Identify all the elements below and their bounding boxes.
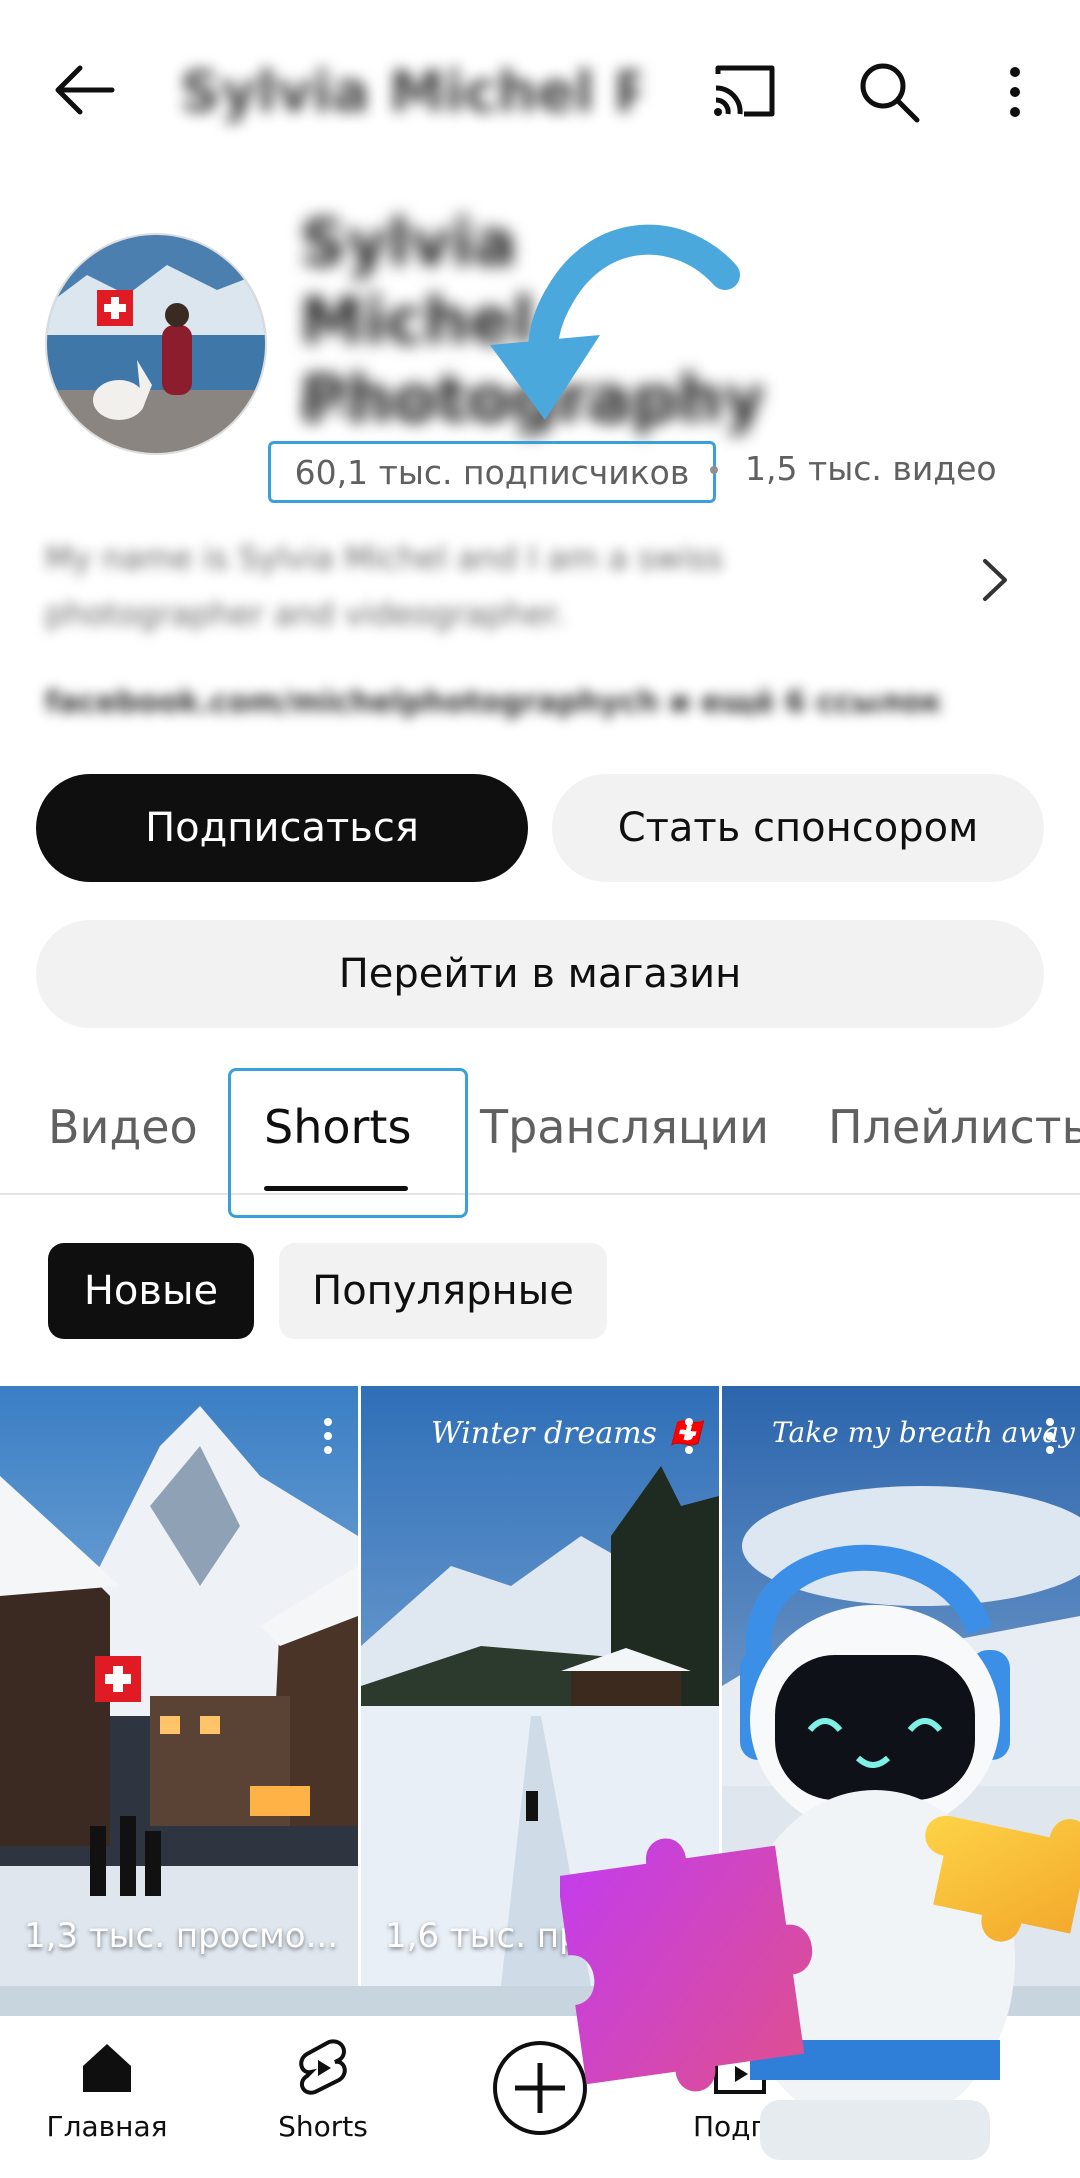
tab-live[interactable]: Трансляции [480,1100,769,1154]
back-arrow-icon[interactable] [50,60,120,120]
short-views: 1,3 тыс. просмо... [24,1916,339,1956]
filter-chip-popular[interactable]: Популярные [279,1243,607,1339]
home-icon [83,2044,131,2092]
shorts-icon [299,2039,347,2095]
short-thumbnail[interactable]: 1,3 тыс. просмо... [0,1386,358,1986]
separator-dot [710,466,718,474]
subscribers-count-highlight: 60,1 тыс. подписчиков [268,441,716,503]
more-vertical-icon[interactable] [995,60,1035,130]
subscribers-count: 60,1 тыс. подписчиков [294,452,690,492]
channel-description-blurred[interactable]: My name is Sylvia Michel and I am a swis… [45,530,805,642]
active-tab-underline [264,1186,408,1191]
robot-mascot-sticker [560,1544,1080,2160]
nav-shorts[interactable]: Shorts [233,2038,413,2143]
channel-avatar[interactable] [45,233,267,455]
sponsor-button[interactable]: Стать спонсором [552,774,1044,882]
nav-home-label: Главная [46,2110,168,2143]
cast-icon[interactable] [710,62,780,122]
short-views: 1,6 тыс. пр [385,1916,581,1956]
channel-title-blurred: Sylvia Michel P... [180,60,640,125]
tab-playlists[interactable]: Плейлисты [828,1100,1080,1154]
nav-home[interactable]: Главная [17,2038,197,2143]
more-vertical-icon[interactable] [320,1416,336,1456]
videos-count: 1,5 тыс. видео [745,449,997,488]
channel-links-blurred[interactable]: facebook.com/michelphotographych и ещё 6… [45,685,945,720]
nav-shorts-label: Shorts [278,2110,368,2143]
more-vertical-icon[interactable] [1042,1416,1058,1456]
more-vertical-icon[interactable] [681,1416,697,1456]
videos-count-wrapper: 1,5 тыс. видео [0,0,997,488]
subscribe-button[interactable]: Подписаться [36,774,528,882]
short-caption: Take my breath away [772,1416,1075,1449]
short-caption: Winter dreams 🇨🇭 [431,1416,704,1451]
chevron-right-icon[interactable] [975,555,1015,605]
filter-chip-new[interactable]: Новые [48,1243,254,1339]
tab-videos[interactable]: Видео [48,1100,198,1154]
tab-shorts-highlight [228,1068,468,1218]
annotation-arrow-icon [490,224,740,420]
search-icon[interactable] [855,58,925,128]
store-button[interactable]: Перейти в магазин [36,920,1044,1028]
channel-tabs: Видео Shorts Трансляции Плейлисты [0,1060,1080,1195]
